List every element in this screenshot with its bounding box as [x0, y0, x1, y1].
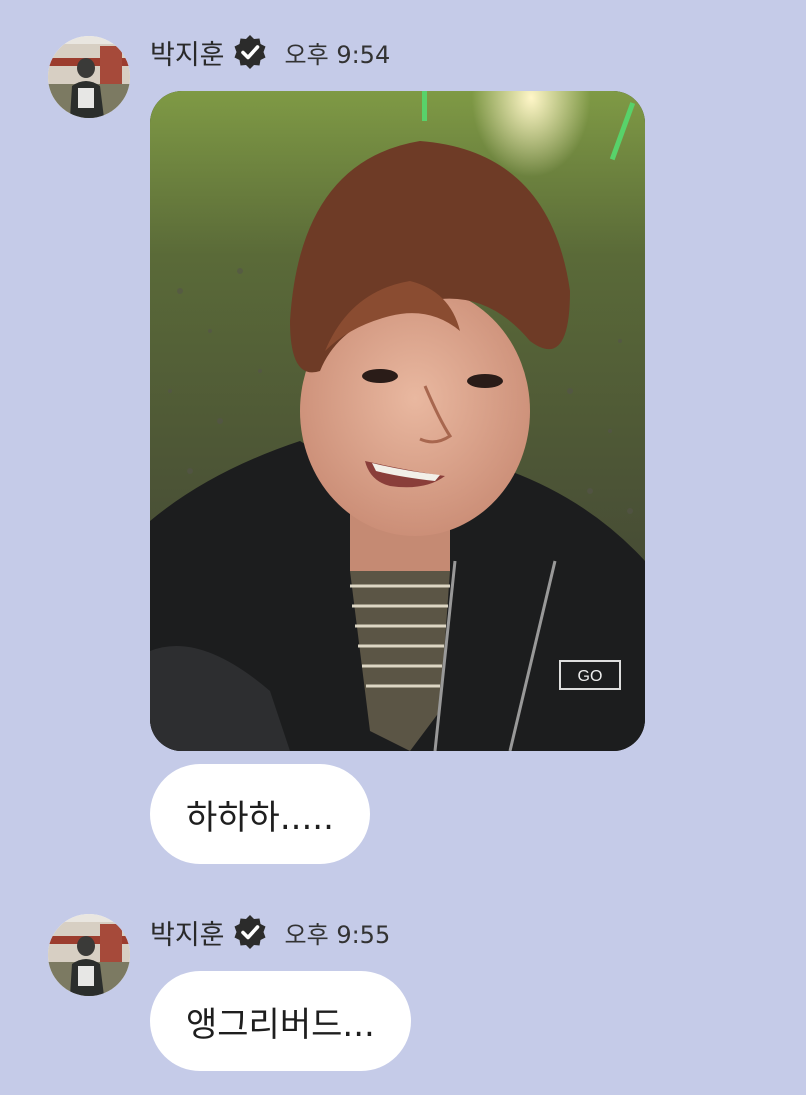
message-timestamp: 오후 9:54: [284, 40, 391, 69]
message-bubble[interactable]: 하하하.....: [150, 764, 370, 864]
message-group-2: 박지훈 오후 9:55 앵그리버드...: [0, 870, 806, 1095]
message-timestamp: 오후 9:55: [284, 920, 391, 949]
sender-avatar[interactable]: [48, 36, 130, 118]
sender-name[interactable]: 박지훈: [150, 913, 225, 952]
svg-text:GO: GO: [578, 668, 603, 685]
message-bubble[interactable]: 앵그리버드...: [150, 971, 411, 1071]
sender-name[interactable]: 박지훈: [150, 33, 225, 72]
message-header: 박지훈 오후 9:55: [150, 912, 390, 952]
message-header: 박지훈 오후 9:54: [150, 32, 390, 72]
verified-badge-icon: [231, 33, 269, 71]
verified-badge-icon: [231, 913, 269, 951]
message-group-1: 박지훈 오후 9:54 GO 하하하.....: [0, 0, 806, 870]
sender-avatar[interactable]: [48, 914, 130, 996]
selfie-photo[interactable]: GO: [150, 91, 645, 751]
